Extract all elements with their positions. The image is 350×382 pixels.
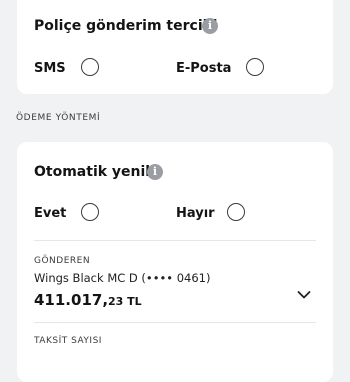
yes-label: Evet [34, 206, 67, 221]
email-radio[interactable] [246, 58, 264, 76]
payment-method-card: Otomatik yenile i Evet Hayır GÖNDEREN Wi… [17, 142, 333, 382]
balance-int: 411.017, [34, 291, 109, 309]
chevron-down-icon[interactable] [297, 290, 311, 300]
balance-amount: 411.017,23 TL [34, 291, 142, 309]
divider [34, 240, 316, 241]
info-icon[interactable]: i [147, 164, 163, 180]
policy-delivery-title: Poliçe gönderim tercihi [34, 18, 218, 34]
no-label: Hayır [176, 206, 215, 221]
installments-label: TAKSİT SAYISI [34, 336, 102, 346]
sender-account: Wings Black MC D (•••• 0461) [34, 271, 211, 285]
info-icon[interactable]: i [202, 18, 218, 34]
sms-radio[interactable] [81, 58, 99, 76]
auto-renew-title: Otomatik yenile [34, 164, 160, 180]
sms-label: SMS [34, 61, 66, 76]
email-label: E-Posta [176, 61, 232, 76]
no-radio[interactable] [227, 203, 245, 221]
yes-radio[interactable] [81, 203, 99, 221]
balance-dec: 23 TL [108, 295, 142, 308]
divider [34, 322, 316, 323]
sender-label: GÖNDEREN [34, 256, 91, 266]
policy-delivery-card: Poliçe gönderim tercihi i SMS E-Posta [17, 0, 333, 94]
payment-section-label: ÖDEME YÖNTEMİ [16, 113, 101, 123]
